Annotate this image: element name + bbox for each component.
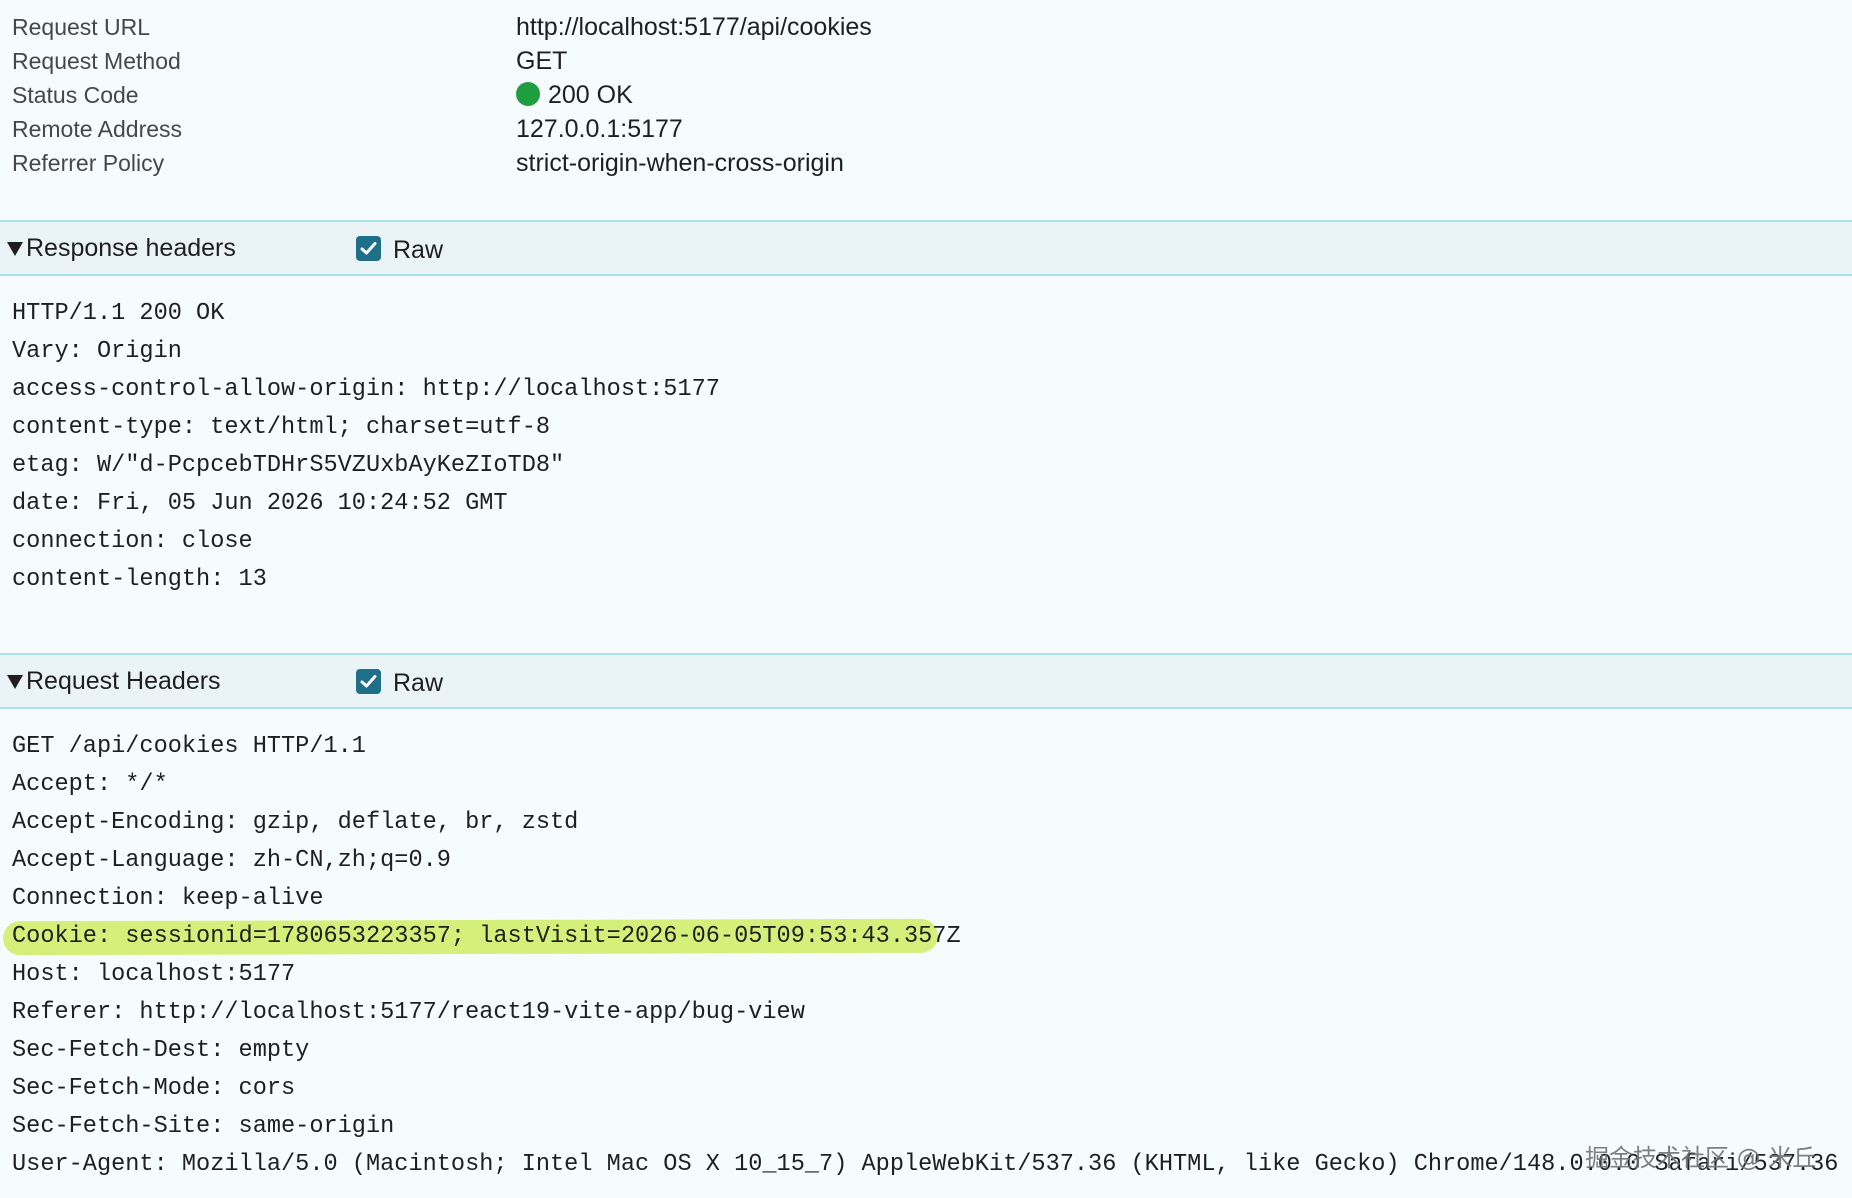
request-header-line: Sec-Fetch-Mode: cors <box>12 1075 296 1102</box>
request-url-value[interactable]: http://localhost:5177/api/cookies <box>516 13 872 42</box>
request-header-line: Connection: keep-alive <box>12 885 324 912</box>
request-header-line: Accept-Encoding: gzip, deflate, br, zstd <box>12 809 579 836</box>
response-header-line: connection: close <box>12 528 253 555</box>
watermark-text: 掘金技术社区 @ 米丘 <box>1585 1144 1817 1172</box>
request-method-label: Request Method <box>12 48 181 74</box>
request-url-label: Request URL <box>12 14 151 40</box>
response-header-line: date: Fri, 05 Jun 2026 10:24:52 GMT <box>12 490 508 517</box>
checkmark-icon <box>360 675 377 688</box>
status-code-value-wrap[interactable]: 200 OK <box>516 81 633 110</box>
referrer-policy-label: Referrer Policy <box>12 150 165 176</box>
remote-address-value[interactable]: 127.0.0.1:5177 <box>516 115 683 144</box>
response-raw-label[interactable]: Raw <box>393 236 443 265</box>
referrer-policy-value[interactable]: strict-origin-when-cross-origin <box>516 149 844 178</box>
status-code-value: 200 OK <box>548 81 633 109</box>
request-headers-header[interactable]: Request Headers Raw <box>0 653 1852 709</box>
request-header-line: Accept-Language: zh-CN,zh;q=0.9 <box>12 847 451 874</box>
request-raw-label[interactable]: Raw <box>393 669 443 698</box>
response-header-line: HTTP/1.1 200 OK <box>12 300 225 327</box>
response-headers-title[interactable]: Response headers <box>26 234 236 263</box>
request-header-line: Sec-Fetch-Site: same-origin <box>12 1113 395 1140</box>
remote-address-label: Remote Address <box>12 116 183 142</box>
response-headers-header[interactable]: Response headers Raw <box>0 220 1852 276</box>
status-ok-dot-icon <box>516 82 540 106</box>
request-header-line: Accept: */* <box>12 771 168 798</box>
request-headers-title[interactable]: Request Headers <box>26 667 221 696</box>
checkmark-icon <box>360 242 377 255</box>
cookie-header-line: Cookie: sessionid=1780653223357; lastVis… <box>12 923 961 950</box>
response-header-line: etag: W/"d-PcpcebTDHrS5VZUxbAyKeZIoTD8" <box>12 452 565 479</box>
response-raw-checkbox[interactable] <box>356 236 381 261</box>
response-header-line: Vary: Origin <box>12 338 182 365</box>
collapse-triangle-icon[interactable] <box>7 242 23 256</box>
status-code-label: Status Code <box>12 82 139 108</box>
request-header-line: Referer: http://localhost:5177/react19-v… <box>12 999 805 1026</box>
general-section: Request URL http://localhost:5177/api/co… <box>0 0 1852 220</box>
user-agent-line: User-Agent: Mozilla/5.0 (Macintosh; Inte… <box>12 1151 1839 1178</box>
request-header-line: Host: localhost:5177 <box>12 961 296 988</box>
collapse-triangle-icon[interactable] <box>7 675 23 689</box>
response-header-line: access-control-allow-origin: http://loca… <box>12 376 720 403</box>
response-header-line: content-type: text/html; charset=utf-8 <box>12 414 551 441</box>
request-raw-checkbox[interactable] <box>356 669 381 694</box>
request-header-line: GET /api/cookies HTTP/1.1 <box>12 733 366 760</box>
referrer-policy-row: Referrer Policy strict-origin-when-cross… <box>0 142 1852 182</box>
request-header-line: Sec-Fetch-Dest: empty <box>12 1037 310 1064</box>
request-method-value[interactable]: GET <box>516 47 567 76</box>
response-header-line: content-length: 13 <box>12 566 267 593</box>
